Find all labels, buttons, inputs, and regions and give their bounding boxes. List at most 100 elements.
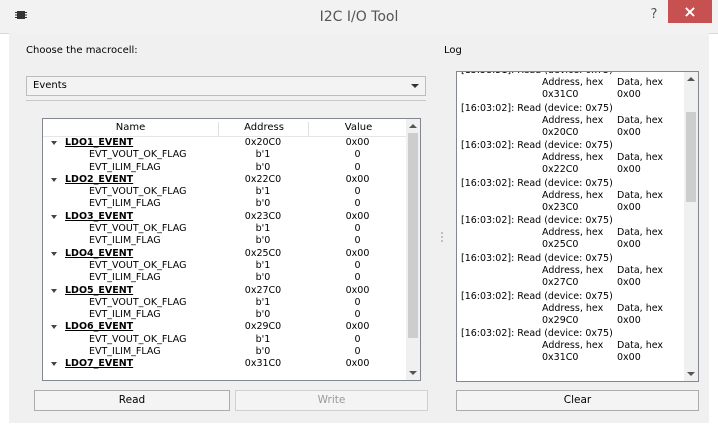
tree-row-child[interactable]: EVT_VOUT_OK_FLAG b'1 0 bbox=[43, 260, 407, 272]
expand-arrow-icon[interactable] bbox=[51, 251, 57, 256]
tree-row-parent[interactable]: LDO3_EVENT 0x23C0 0x00 bbox=[43, 211, 407, 223]
splitter-grip[interactable] bbox=[441, 236, 443, 238]
row-address: b'1 bbox=[255, 186, 271, 198]
tree-row-child[interactable]: EVT_VOUT_OK_FLAG b'1 0 bbox=[43, 334, 407, 346]
scroll-up-icon[interactable] bbox=[409, 124, 417, 128]
log-entry-header: [16:03:02]: Read (device: 0x75) bbox=[461, 215, 613, 227]
log-data-label: Data, hex bbox=[617, 227, 664, 239]
log-entry-header: [16:03:02]: Read (device: 0x75) bbox=[461, 102, 613, 114]
tree-row-child[interactable]: EVT_ILIM_FLAG b'0 0 bbox=[43, 235, 407, 247]
log-address-label: Address, hex bbox=[542, 302, 604, 314]
help-button[interactable]: ? bbox=[646, 6, 662, 24]
expand-arrow-icon[interactable] bbox=[51, 214, 57, 219]
log-address-value: 0x31C0 bbox=[542, 352, 579, 364]
clear-button[interactable]: Clear bbox=[456, 390, 699, 411]
row-value: 0 bbox=[354, 346, 361, 358]
row-value: 0 bbox=[354, 272, 361, 284]
expand-arrow-icon[interactable] bbox=[51, 325, 57, 330]
log-data-value: 0x00 bbox=[617, 164, 641, 176]
row-name: LDO4_EVENT bbox=[65, 247, 134, 259]
row-address: b'0 bbox=[255, 272, 271, 284]
row-name: EVT_ILIM_FLAG bbox=[89, 235, 161, 247]
tree-row-child[interactable]: EVT_ILIM_FLAG b'0 0 bbox=[43, 162, 407, 174]
tree-row-child[interactable]: EVT_VOUT_OK_FLAG b'1 0 bbox=[43, 223, 407, 235]
row-value: 0 bbox=[354, 223, 361, 235]
close-button[interactable]: × bbox=[668, 0, 712, 23]
log-data-label: Data, hex bbox=[617, 264, 664, 276]
scroll-up-icon[interactable] bbox=[687, 77, 695, 81]
log-address-label: Address, hex bbox=[542, 189, 604, 201]
tree-row-child[interactable]: EVT_ILIM_FLAG b'0 0 bbox=[43, 198, 407, 210]
chevron-down-icon bbox=[411, 84, 419, 88]
row-name: EVT_ILIM_FLAG bbox=[89, 198, 161, 210]
row-address: 0x23C0 bbox=[244, 210, 282, 222]
tree-row-parent[interactable]: LDO2_EVENT 0x22C0 0x00 bbox=[43, 174, 407, 186]
row-value: 0x00 bbox=[345, 358, 370, 370]
log-data-value: 0x00 bbox=[617, 314, 641, 326]
write-button[interactable]: Write bbox=[235, 390, 428, 411]
register-tree[interactable]: Name Address Value LDO1_EVENT 0x20C0 0x00 E… bbox=[42, 118, 421, 381]
splitter-grip[interactable] bbox=[441, 232, 443, 234]
expand-arrow-icon[interactable] bbox=[51, 177, 57, 182]
macrocell-select[interactable]: Events bbox=[26, 76, 426, 96]
tree-scrollbar[interactable] bbox=[406, 119, 420, 380]
log-scrollbar[interactable] bbox=[684, 72, 698, 381]
scroll-down-icon[interactable] bbox=[409, 371, 417, 375]
log-address-value: 0x31C0 bbox=[542, 89, 579, 100]
window-title: I2C I/O Tool bbox=[319, 9, 399, 25]
expand-arrow-icon[interactable] bbox=[51, 288, 57, 293]
expand-arrow-icon[interactable] bbox=[51, 362, 57, 367]
row-address: 0x29C0 bbox=[244, 321, 282, 333]
scroll-down-icon[interactable] bbox=[687, 372, 695, 376]
row-address: b'0 bbox=[255, 198, 271, 210]
column-header-value[interactable]: Value bbox=[308, 122, 408, 136]
log-entry: [16:03:02]: Read (device: 0x75) Address, … bbox=[461, 253, 683, 291]
divider bbox=[26, 100, 426, 101]
row-value: 0x00 bbox=[345, 247, 370, 259]
row-value: 0 bbox=[354, 235, 361, 247]
tree-row-child[interactable]: EVT_ILIM_FLAG b'0 0 bbox=[43, 272, 407, 284]
column-header-address[interactable]: Address bbox=[218, 122, 309, 136]
row-name: LDO6_EVENT bbox=[65, 321, 134, 333]
tree-row-parent[interactable]: LDO1_EVENT 0x20C0 0x00 bbox=[43, 137, 407, 149]
tree-row-parent[interactable]: LDO4_EVENT 0x25C0 0x00 bbox=[43, 248, 407, 260]
row-name: EVT_VOUT_OK_FLAG bbox=[89, 333, 187, 345]
row-name: EVT_VOUT_OK_FLAG bbox=[89, 296, 187, 308]
tree-row-child[interactable]: EVT_VOUT_OK_FLAG b'1 0 bbox=[43, 297, 407, 309]
tree-scroll-thumb[interactable] bbox=[408, 133, 418, 338]
row-value: 0 bbox=[354, 186, 361, 198]
log-address-value: 0x27C0 bbox=[542, 276, 579, 288]
row-address: b'1 bbox=[255, 259, 271, 271]
tree-row-child[interactable]: EVT_VOUT_OK_FLAG b'1 0 bbox=[43, 186, 407, 198]
row-value: 0 bbox=[354, 296, 361, 308]
log-data-value: 0x00 bbox=[617, 276, 641, 288]
tree-header: Name Address Value bbox=[43, 119, 407, 137]
tree-row-parent[interactable]: LDO5_EVENT 0x27C0 0x00 bbox=[43, 285, 407, 297]
log-panel[interactable]: [15:58:51]: Read (device: 0x75)Address, … bbox=[456, 71, 699, 382]
tree-row-child[interactable]: EVT_ILIM_FLAG b'0 0 bbox=[43, 309, 407, 321]
tree-row-child[interactable]: EVT_VOUT_OK_FLAG b'1 0 bbox=[43, 149, 407, 161]
log-address-value: 0x23C0 bbox=[542, 201, 579, 213]
log-entry-header: [16:03:02]: Read (device: 0x75) bbox=[461, 290, 613, 302]
row-value: 0 bbox=[354, 309, 361, 321]
row-value: 0x00 bbox=[345, 210, 370, 222]
read-button[interactable]: Read bbox=[34, 390, 230, 411]
column-header-name[interactable]: Name bbox=[43, 122, 218, 136]
log-lines: [15:58:51]: Read (device: 0x75)Address, … bbox=[461, 72, 683, 366]
title-bar: I2C I/O Tool ? × bbox=[0, 0, 718, 34]
macrocell-select-value: Events bbox=[33, 80, 67, 91]
row-name: LDO1_EVENT bbox=[65, 137, 134, 148]
row-value: 0x00 bbox=[345, 173, 370, 185]
expand-arrow-icon[interactable] bbox=[51, 141, 57, 145]
row-address: b'1 bbox=[255, 149, 271, 161]
log-data-value: 0x00 bbox=[617, 89, 641, 100]
tree-row-child[interactable]: EVT_ILIM_FLAG b'0 0 bbox=[43, 346, 407, 358]
log-entry: [16:03:02]: Read (device: 0x75) Address, … bbox=[461, 291, 683, 329]
row-address: 0x20C0 bbox=[244, 137, 282, 148]
tree-row-parent[interactable]: LDO7_EVENT 0x31C0 0x00 bbox=[43, 358, 407, 370]
row-name: EVT_ILIM_FLAG bbox=[89, 346, 161, 358]
log-address-label: Address, hex bbox=[542, 114, 604, 126]
log-scroll-thumb[interactable] bbox=[686, 112, 696, 202]
tree-row-parent[interactable]: LDO6_EVENT 0x29C0 0x00 bbox=[43, 321, 407, 333]
splitter-grip[interactable] bbox=[441, 240, 443, 242]
